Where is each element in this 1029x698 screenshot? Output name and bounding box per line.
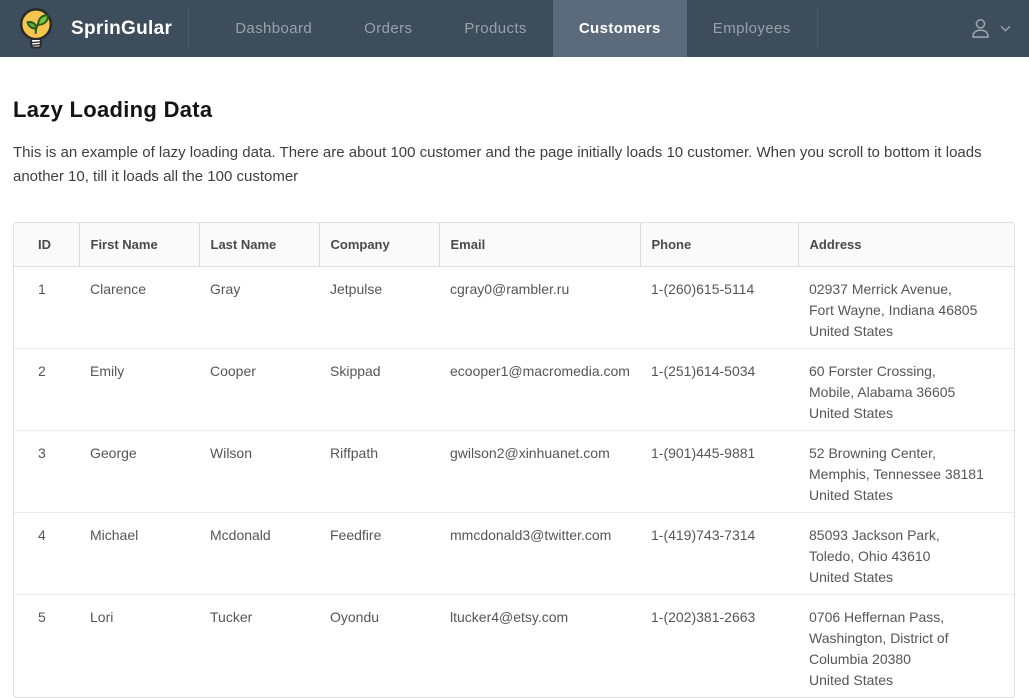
- cell-phone: 1-(419)743-7314: [640, 513, 798, 595]
- address-line: Fort Wayne, Indiana 46805: [809, 300, 1004, 321]
- cell-email: ecooper1@macromedia.com: [439, 349, 640, 431]
- cell-address: 60 Forster Crossing,Mobile, Alabama 3660…: [798, 349, 1014, 431]
- address-line: 0706 Heffernan Pass,: [809, 607, 1004, 628]
- cell-company: Oyondu: [319, 595, 439, 698]
- address-line: 60 Forster Crossing,: [809, 361, 1004, 382]
- column-header-id: ID: [14, 223, 79, 267]
- column-header-email: Email: [439, 223, 640, 267]
- address-line: Mobile, Alabama 36605: [809, 382, 1004, 403]
- nav-link-orders[interactable]: Orders: [338, 0, 438, 57]
- app-logo-icon: [13, 5, 59, 53]
- nav-item-dashboard: Dashboard: [209, 0, 338, 57]
- cell-first-name: George: [79, 431, 199, 513]
- nav-item-products: Products: [438, 0, 552, 57]
- address-line: Memphis, Tennessee 38181: [809, 464, 1004, 485]
- table-header-row: IDFirst NameLast NameCompanyEmailPhoneAd…: [14, 223, 1014, 267]
- cell-id: 4: [14, 513, 79, 595]
- cell-last-name: Cooper: [199, 349, 319, 431]
- column-header-phone: Phone: [640, 223, 798, 267]
- address-line: 85093 Jackson Park,: [809, 525, 1004, 546]
- column-header-first-name: First Name: [79, 223, 199, 267]
- cell-company: Feedfire: [319, 513, 439, 595]
- address-line: United States: [809, 670, 1004, 691]
- top-navbar: SprinGular DashboardOrdersProductsCustom…: [0, 0, 1029, 57]
- cell-last-name: Tucker: [199, 595, 319, 698]
- cell-email: ltucker4@etsy.com: [439, 595, 640, 698]
- main-content: Lazy Loading Data This is an example of …: [0, 97, 1029, 698]
- cell-last-name: Gray: [199, 267, 319, 349]
- table-row: 4MichaelMcdonaldFeedfiremmcdonald3@twitt…: [14, 513, 1014, 595]
- cell-email: gwilson2@xinhuanet.com: [439, 431, 640, 513]
- address-line: United States: [809, 485, 1004, 506]
- cell-first-name: Michael: [79, 513, 199, 595]
- nav-link-customers[interactable]: Customers: [553, 0, 687, 57]
- table-row: 3GeorgeWilsonRiffpathgwilson2@xinhuanet.…: [14, 431, 1014, 513]
- page-description: This is an example of lazy loading data.…: [13, 141, 1013, 189]
- cell-address: 02937 Merrick Avenue,Fort Wayne, Indiana…: [798, 267, 1014, 349]
- page-title: Lazy Loading Data: [13, 97, 1013, 123]
- nav-link-employees[interactable]: Employees: [687, 0, 817, 57]
- nav-item-customers: Customers: [553, 0, 687, 57]
- cell-id: 5: [14, 595, 79, 698]
- cell-id: 3: [14, 431, 79, 513]
- address-line: United States: [809, 567, 1004, 588]
- customers-datagrid: IDFirst NameLast NameCompanyEmailPhoneAd…: [14, 223, 1014, 698]
- cell-phone: 1-(260)615-5114: [640, 267, 798, 349]
- cell-address: 0706 Heffernan Pass,Washington, District…: [798, 595, 1014, 698]
- cell-company: Riffpath: [319, 431, 439, 513]
- nav-item-orders: Orders: [338, 0, 438, 57]
- customers-table: IDFirst NameLast NameCompanyEmailPhoneAd…: [13, 222, 1015, 698]
- cell-address: 52 Browning Center,Memphis, Tennessee 38…: [798, 431, 1014, 513]
- nav-item-employees: Employees: [687, 0, 817, 57]
- user-icon: [968, 16, 993, 41]
- table-row: 5LoriTuckerOyondultucker4@etsy.com1-(202…: [14, 595, 1014, 698]
- cell-phone: 1-(202)381-2663: [640, 595, 798, 698]
- table-row: 2EmilyCooperSkippadecooper1@macromedia.c…: [14, 349, 1014, 431]
- cell-phone: 1-(901)445-9881: [640, 431, 798, 513]
- brand[interactable]: SprinGular: [0, 0, 188, 57]
- table-row: 1ClarenceGrayJetpulsecgray0@rambler.ru1-…: [14, 267, 1014, 349]
- user-menu[interactable]: [950, 0, 1029, 57]
- cell-email: mmcdonald3@twitter.com: [439, 513, 640, 595]
- nav-link-products[interactable]: Products: [438, 0, 552, 57]
- cell-email: cgray0@rambler.ru: [439, 267, 640, 349]
- cell-phone: 1-(251)614-5034: [640, 349, 798, 431]
- address-line: United States: [809, 403, 1004, 424]
- cell-last-name: Mcdonald: [199, 513, 319, 595]
- cell-first-name: Lori: [79, 595, 199, 698]
- nav-menu: DashboardOrdersProductsCustomersEmployee…: [209, 0, 816, 57]
- cell-company: Jetpulse: [319, 267, 439, 349]
- address-line: Toledo, Ohio 43610: [809, 546, 1004, 567]
- cell-company: Skippad: [319, 349, 439, 431]
- column-header-last-name: Last Name: [199, 223, 319, 267]
- cell-first-name: Emily: [79, 349, 199, 431]
- column-header-address: Address: [798, 223, 1014, 267]
- address-line: United States: [809, 321, 1004, 342]
- cell-id: 1: [14, 267, 79, 349]
- cell-first-name: Clarence: [79, 267, 199, 349]
- nav-divider-left: [188, 8, 189, 49]
- chevron-down-icon: [1000, 25, 1011, 32]
- address-line: 02937 Merrick Avenue,: [809, 279, 1004, 300]
- cell-id: 2: [14, 349, 79, 431]
- app-title: SprinGular: [71, 18, 172, 40]
- nav-divider-right: [817, 8, 818, 49]
- cell-last-name: Wilson: [199, 431, 319, 513]
- column-header-company: Company: [319, 223, 439, 267]
- cell-address: 85093 Jackson Park,Toledo, Ohio 43610Uni…: [798, 513, 1014, 595]
- nav-link-dashboard[interactable]: Dashboard: [209, 0, 338, 57]
- address-line: Washington, District of Columbia 20380: [809, 628, 1004, 670]
- address-line: 52 Browning Center,: [809, 443, 1004, 464]
